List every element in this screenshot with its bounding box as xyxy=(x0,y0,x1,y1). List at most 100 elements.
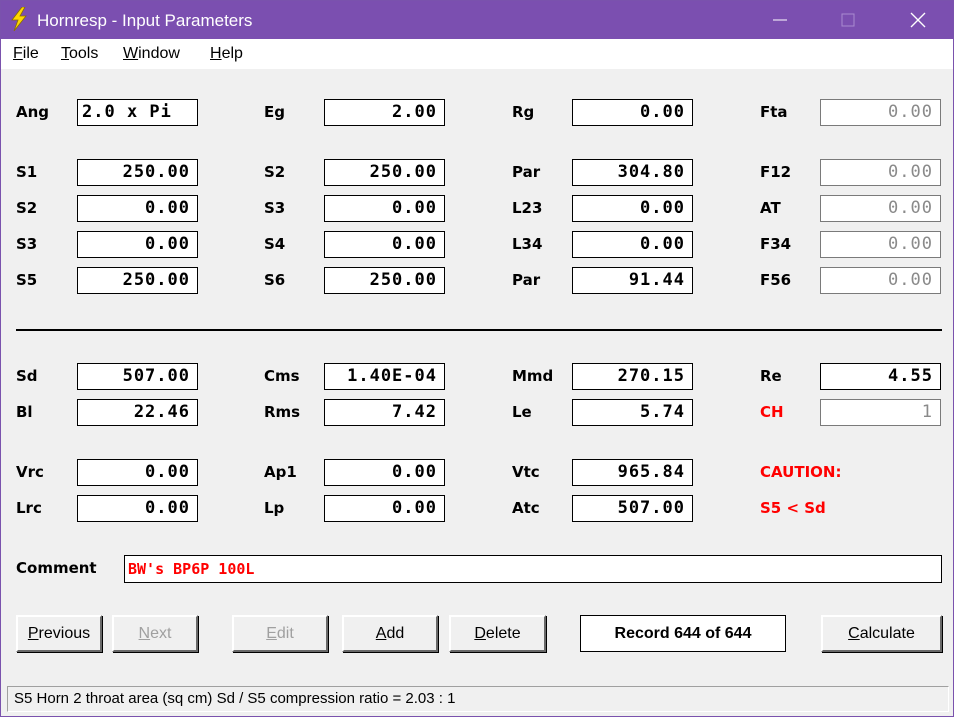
label-l34: L34 xyxy=(512,235,543,253)
field-sd[interactable]: 507.00 xyxy=(77,363,198,390)
label-f56: F56 xyxy=(760,271,792,289)
field-s1[interactable]: 250.00 xyxy=(77,159,198,186)
field-vrc[interactable]: 0.00 xyxy=(77,459,198,486)
field-s4[interactable]: 0.00 xyxy=(324,231,445,258)
maximize-icon xyxy=(841,13,855,27)
close-icon xyxy=(910,12,926,28)
menu-tools-rest: ools xyxy=(69,45,99,62)
label-par1: Par xyxy=(512,163,541,181)
label-s5: S5 xyxy=(16,271,38,289)
field-s2[interactable]: 0.00 xyxy=(77,195,198,222)
label-lrc: Lrc xyxy=(16,499,42,517)
close-button[interactable] xyxy=(895,1,941,39)
label-at: AT xyxy=(760,199,781,217)
field-s2-col2[interactable]: 250.00 xyxy=(324,159,445,186)
label-s3: S3 xyxy=(16,235,38,253)
edit-key: E xyxy=(266,625,277,642)
label-sd: Sd xyxy=(16,367,38,385)
label-vtc: Vtc xyxy=(512,463,540,481)
menu-bar: File Tools Window Help xyxy=(1,39,953,69)
field-vtc[interactable]: 965.84 xyxy=(572,459,693,486)
field-f12: 0.00 xyxy=(820,159,941,186)
label-eg: Eg xyxy=(264,103,285,121)
next-button: Next xyxy=(112,615,198,652)
field-mmd[interactable]: 270.15 xyxy=(572,363,693,390)
field-rms[interactable]: 7.42 xyxy=(324,399,445,426)
field-lrc[interactable]: 0.00 xyxy=(77,495,198,522)
edit-rest: dit xyxy=(276,625,294,642)
add-key: A xyxy=(375,625,387,642)
field-eg[interactable]: 2.00 xyxy=(324,99,445,126)
previous-key: P xyxy=(27,625,39,642)
field-rg[interactable]: 0.00 xyxy=(572,99,693,126)
label-f12: F12 xyxy=(760,163,792,181)
minimize-icon xyxy=(773,19,787,21)
label-s3-col2: S3 xyxy=(264,199,286,217)
field-l34[interactable]: 0.00 xyxy=(572,231,693,258)
edit-button: Edit xyxy=(232,615,328,652)
caution-title: CAUTION: xyxy=(760,463,842,481)
window-title: Hornresp - Input Parameters xyxy=(37,11,253,30)
field-s3[interactable]: 0.00 xyxy=(77,231,198,258)
field-le[interactable]: 5.74 xyxy=(572,399,693,426)
menu-tools[interactable]: Tools xyxy=(61,45,98,63)
field-bl[interactable]: 22.46 xyxy=(77,399,198,426)
caution-message: S5 < Sd xyxy=(760,499,826,517)
field-f56: 0.00 xyxy=(820,267,941,294)
comment-field[interactable]: BW's BP6P 100L xyxy=(124,555,942,583)
previous-button[interactable]: Previous xyxy=(16,615,102,652)
minimize-button[interactable] xyxy=(757,1,803,39)
field-at: 0.00 xyxy=(820,195,941,222)
add-rest: dd xyxy=(386,625,405,642)
menu-help-rest: elp xyxy=(221,45,243,62)
menu-window[interactable]: Window xyxy=(123,45,180,63)
field-fta: 0.00 xyxy=(820,99,941,126)
hornresp-window: Hornresp - Input Parameters File Tools W… xyxy=(0,0,954,717)
menu-file-rest: ile xyxy=(22,45,39,62)
delete-button[interactable]: Delete xyxy=(449,615,546,652)
field-par2[interactable]: 91.44 xyxy=(572,267,693,294)
label-bl: Bl xyxy=(16,403,33,421)
label-comment: Comment xyxy=(16,559,97,577)
record-indicator: Record 644 of 644 xyxy=(580,615,786,652)
label-vrc: Vrc xyxy=(16,463,44,481)
field-s6[interactable]: 250.00 xyxy=(324,267,445,294)
label-s4: S4 xyxy=(264,235,286,253)
label-fta: Fta xyxy=(760,103,788,121)
field-cms[interactable]: 1.40E-04 xyxy=(324,363,445,390)
field-ap1[interactable]: 0.00 xyxy=(324,459,445,486)
field-s3-col2[interactable]: 0.00 xyxy=(324,195,445,222)
label-ang: Ang xyxy=(16,103,50,121)
calculate-rest: alculate xyxy=(859,625,915,642)
label-mmd: Mmd xyxy=(512,367,554,385)
menu-tools-key: T xyxy=(61,45,69,62)
title-bar[interactable]: Hornresp - Input Parameters xyxy=(1,1,953,39)
menu-window-key: W xyxy=(123,45,139,62)
field-l23[interactable]: 0.00 xyxy=(572,195,693,222)
label-ch: CH xyxy=(760,403,784,421)
label-lp: Lp xyxy=(264,499,285,517)
label-f34: F34 xyxy=(760,235,792,253)
field-par1[interactable]: 304.80 xyxy=(572,159,693,186)
label-s2-col2: S2 xyxy=(264,163,286,181)
label-l23: L23 xyxy=(512,199,543,217)
next-rest: ext xyxy=(150,625,172,642)
label-cms: Cms xyxy=(264,367,300,385)
field-ch: 1 xyxy=(820,399,941,426)
field-ang[interactable]: 2.0 x Pi xyxy=(77,99,198,126)
field-lp[interactable]: 0.00 xyxy=(324,495,445,522)
label-ap1: Ap1 xyxy=(264,463,297,481)
label-par2: Par xyxy=(512,271,541,289)
field-re[interactable]: 4.55 xyxy=(820,363,941,390)
maximize-button xyxy=(825,1,871,39)
menu-help[interactable]: Help xyxy=(210,45,243,63)
field-atc[interactable]: 507.00 xyxy=(572,495,693,522)
add-button[interactable]: Add xyxy=(342,615,438,652)
field-s5[interactable]: 250.00 xyxy=(77,267,198,294)
lightning-bolt-icon xyxy=(11,7,27,31)
menu-help-key: H xyxy=(210,45,222,62)
section-divider xyxy=(16,329,942,331)
menu-file-key: F xyxy=(13,45,23,62)
menu-file[interactable]: File xyxy=(13,45,39,63)
calculate-button[interactable]: Calculate xyxy=(821,615,942,652)
